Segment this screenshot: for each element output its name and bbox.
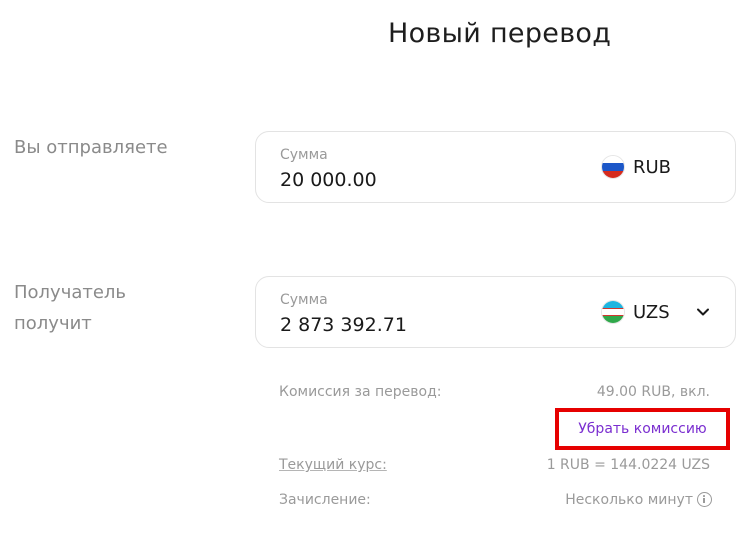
credit-value: Несколько минут <box>565 491 712 508</box>
info-icon[interactable] <box>697 491 712 507</box>
receive-field-label: Сумма <box>280 292 328 308</box>
receive-label-line1: Получатель <box>14 282 127 303</box>
send-label: Вы отправляете <box>14 137 168 158</box>
credit-value-text: Несколько минут <box>565 492 693 508</box>
remove-fee-link[interactable]: Убрать комиссию <box>578 421 706 437</box>
rate-label[interactable]: Текущий курс: <box>279 457 387 473</box>
receive-label: Получатель получит <box>14 277 126 339</box>
receive-label-line2: получит <box>14 313 92 334</box>
fee-label: Комиссия за перевод: <box>279 384 442 400</box>
receive-amount-input[interactable]: 2 873 392.71 <box>280 314 407 336</box>
send-currency-code: RUB <box>633 156 672 178</box>
send-field-label: Сумма <box>280 147 328 163</box>
rate-value: 1 RUB = 144.0224 UZS <box>546 457 710 473</box>
russia-flag-icon <box>601 155 625 179</box>
send-amount-input[interactable]: 20 000.00 <box>280 169 377 191</box>
remove-fee-highlight: Убрать комиссию <box>555 408 730 450</box>
receive-currency-select[interactable]: UZS <box>601 300 670 324</box>
send-amount-box[interactable]: Сумма 20 000.00 RUB <box>255 131 736 203</box>
fee-value: 49.00 RUB, вкл. <box>596 384 710 400</box>
credit-label: Зачисление: <box>279 492 371 508</box>
receive-currency-code: UZS <box>633 301 670 323</box>
uzbekistan-flag-icon <box>601 300 625 324</box>
chevron-down-icon[interactable] <box>692 301 714 323</box>
receive-amount-box[interactable]: Сумма 2 873 392.71 UZS <box>255 276 736 348</box>
send-currency: RUB <box>601 155 671 179</box>
page-title: Новый перевод <box>388 18 612 49</box>
